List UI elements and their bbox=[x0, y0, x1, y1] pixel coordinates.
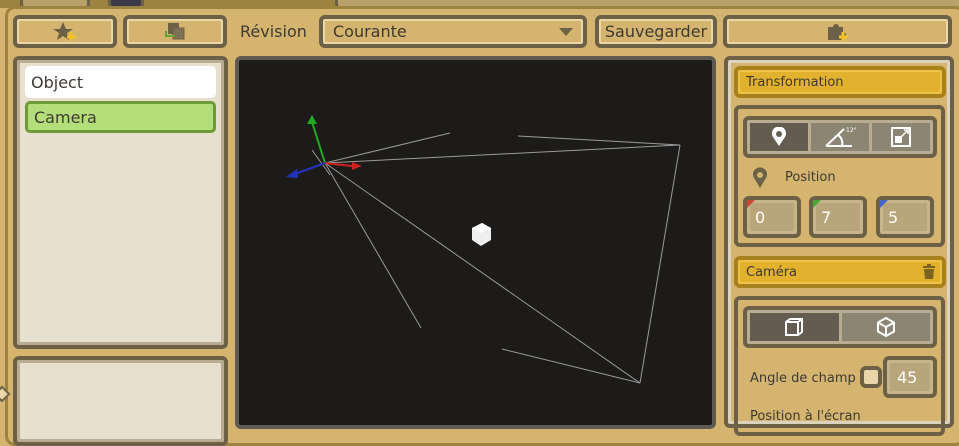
fov-input[interactable]: 45 bbox=[883, 356, 937, 398]
cube-object[interactable] bbox=[472, 223, 491, 246]
fov-checkbox[interactable] bbox=[860, 366, 882, 388]
position-mode-button[interactable] bbox=[750, 123, 808, 151]
angle-icon: 12° bbox=[825, 127, 857, 147]
trash-icon[interactable] bbox=[922, 264, 936, 280]
transformation-header[interactable]: Transformation bbox=[734, 66, 946, 98]
svg-text:12°: 12° bbox=[846, 127, 857, 134]
scale-icon bbox=[891, 127, 911, 147]
projection-toggle bbox=[743, 306, 937, 348]
scale-mode-button[interactable] bbox=[872, 123, 930, 151]
position-pin-icon bbox=[753, 167, 767, 188]
screen-position-label: Position à l'écran bbox=[750, 409, 861, 424]
transform-mode-toggle: 12° bbox=[743, 116, 937, 158]
rotation-mode-button[interactable]: 12° bbox=[811, 123, 869, 151]
gizmo-axes[interactable] bbox=[286, 115, 362, 178]
camera-frustum bbox=[311, 132, 681, 384]
map-pin-icon bbox=[772, 127, 786, 146]
position-label: Position bbox=[785, 170, 836, 185]
camera-title: Caméra bbox=[746, 264, 798, 280]
y-axis-marker bbox=[813, 200, 821, 208]
position-x-input[interactable]: 0 bbox=[743, 196, 801, 238]
fov-label: Angle de champ bbox=[750, 371, 856, 386]
orthographic-button[interactable] bbox=[750, 313, 839, 341]
cube-ortho-icon bbox=[785, 318, 804, 336]
perspective-button[interactable] bbox=[841, 313, 930, 341]
x-axis-marker bbox=[747, 200, 755, 208]
position-y-input[interactable]: 7 bbox=[809, 196, 867, 238]
camera-header[interactable]: Caméra bbox=[734, 256, 946, 288]
cube-perspective-icon bbox=[876, 317, 895, 337]
position-z-input[interactable]: 5 bbox=[876, 196, 934, 238]
z-axis-marker bbox=[880, 200, 888, 208]
